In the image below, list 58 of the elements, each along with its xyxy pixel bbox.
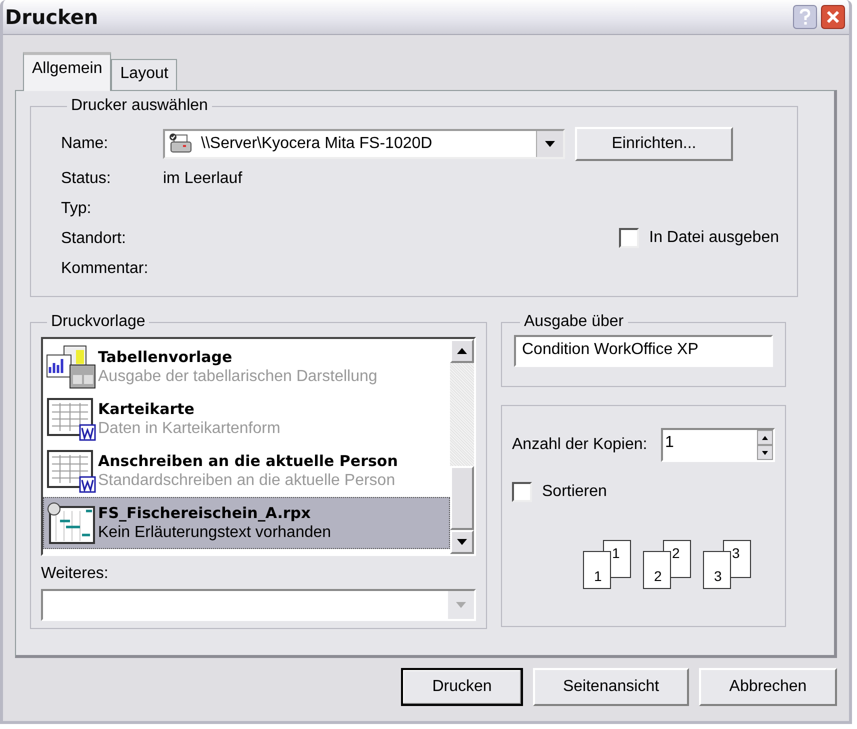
template-description: Kein Erläuterungstext vorhanden — [98, 523, 332, 543]
field-value: im Leerlauf — [163, 170, 242, 189]
template-item[interactable]: Karteikarte Daten in Karteikartenform — [43, 393, 450, 445]
down-arrow-icon — [762, 450, 768, 454]
scroll-up-button[interactable] — [450, 339, 474, 363]
setup-button[interactable]: Einrichten... — [575, 127, 733, 161]
chart-table-icon — [46, 345, 96, 389]
printer-dropdown[interactable]: \\Server\Kyocera Mita FS-1020D — [163, 129, 565, 159]
group-title: Drucker auswählen — [70, 97, 209, 115]
dialog-button[interactable]: Abbrechen — [699, 668, 837, 706]
dialog-button[interactable]: Drucken — [401, 668, 523, 706]
up-arrow-icon — [762, 436, 768, 440]
close-icon[interactable] — [821, 5, 845, 29]
down-arrow-icon — [457, 539, 467, 545]
field-label: Standort: — [61, 230, 127, 249]
page-icon: 2 — [643, 551, 671, 589]
table-document-icon — [46, 449, 96, 493]
printer-name: \\Server\Kyocera Mita FS-1020D — [201, 135, 434, 153]
group-title: Ausgabe über — [523, 313, 625, 331]
template-description: Standardschreiben an die aktuelle Person — [98, 471, 396, 491]
group-title: Druckvorlage — [50, 313, 146, 331]
up-arrow-icon — [457, 348, 467, 354]
template-description: Daten in Karteikartenform — [98, 419, 280, 439]
field-label: Weiteres: — [41, 564, 110, 583]
help-icon[interactable] — [793, 5, 817, 29]
field-label: Anzahl der Kopien: — [512, 436, 648, 454]
page-icon: 3 — [703, 551, 731, 589]
spin-up-button[interactable] — [757, 430, 773, 445]
tab[interactable]: Layout — [111, 59, 178, 90]
page-icon: 1 — [583, 551, 611, 589]
scroll-down-button[interactable] — [450, 530, 474, 554]
field-label: Kommentar: — [61, 260, 150, 279]
template-item[interactable]: Anschreiben an die aktuelle Person Standardschreiben an die aktuelle Person — [43, 445, 450, 497]
table-document-icon — [46, 397, 96, 441]
checkbox-label[interactable]: Sortieren — [542, 483, 607, 501]
scrollbar[interactable] — [450, 339, 474, 554]
window-title: Drucken — [5, 5, 98, 29]
dialog-button[interactable]: Seitenansicht — [533, 668, 689, 706]
scroll-thumb[interactable] — [450, 466, 474, 530]
field-label: Typ: — [61, 200, 92, 219]
template-name: FS_Fischereischein_A.rpx — [98, 503, 312, 523]
template-item[interactable]: Tabellenvorlage Ausgabe der tabellarischen Darstellung — [43, 341, 450, 393]
template-name: Karteikarte — [98, 399, 196, 419]
printer-icon — [169, 133, 193, 155]
template-item[interactable]: FS_Fischereischein_A.rpx Kein Erläuterungstext vorhanden — [43, 497, 450, 549]
template-name: Tabellenvorlage — [98, 347, 234, 367]
template-description: Ausgabe der tabellarischen Darstellung — [98, 367, 378, 387]
checkbox-label[interactable]: In Datei ausgeben — [649, 229, 779, 247]
copies-spinner[interactable]: 1 — [661, 428, 775, 462]
checkbox[interactable] — [619, 228, 640, 248]
output-field[interactable]: Condition WorkOffice XP — [514, 335, 773, 367]
field-label: Name: — [61, 135, 110, 153]
spin-down-button[interactable] — [757, 445, 773, 460]
report-icon — [46, 501, 96, 545]
tab[interactable]: Allgemein — [23, 52, 112, 91]
field-label: Status: — [61, 170, 112, 189]
template-name: Anschreiben an die aktuelle Person — [98, 451, 398, 471]
checkbox[interactable] — [512, 482, 532, 502]
